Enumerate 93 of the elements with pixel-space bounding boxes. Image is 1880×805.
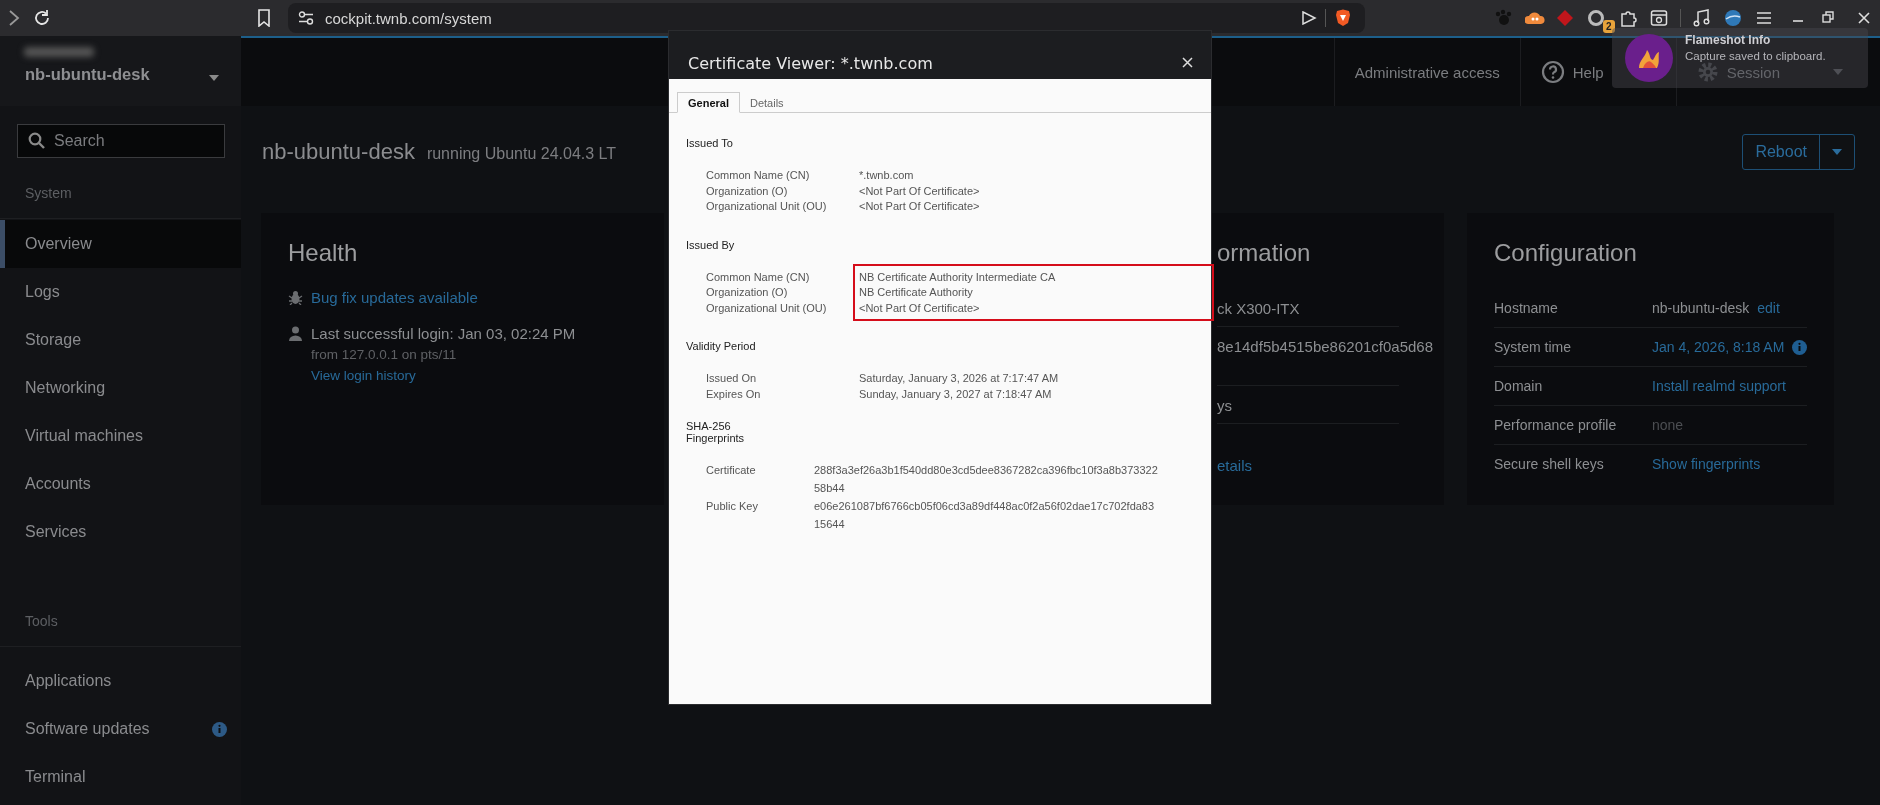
address-bar[interactable]: cockpit.twnb.com/system — [288, 3, 1365, 33]
dialog-tab[interactable]: Details — [739, 92, 794, 113]
window-icon[interactable] — [1650, 9, 1668, 27]
send-icon[interactable] — [1301, 11, 1317, 25]
close-icon — [1182, 57, 1193, 68]
field-value: <Not Part Of Certificate> — [859, 300, 981, 316]
sidebar-item[interactable]: Applications — [0, 657, 241, 705]
section-title: Issued By — [686, 238, 736, 251]
forward-icon[interactable] — [8, 9, 20, 27]
field-value: NB Certificate Authority — [859, 285, 974, 300]
reboot-split-button[interactable]: Reboot — [1742, 133, 1855, 170]
card-title: Configuration — [1494, 239, 1638, 267]
card-title: Health — [288, 239, 359, 267]
dialog-title: Certificate Viewer: *.twnb.com — [688, 54, 933, 73]
sidebar-item[interactable]: Software updates — [0, 705, 241, 753]
notification-message: Capture saved to clipboard. — [1685, 50, 1826, 62]
music-note-icon[interactable] — [1693, 9, 1711, 27]
info-value: 8e14df5b4515be86201cf0a5d68 — [1217, 338, 1434, 355]
sidebar-item[interactable]: Virtual machines — [0, 412, 241, 460]
field-label: Issued On — [706, 371, 758, 386]
field-label: Common Name (CN) — [706, 269, 811, 285]
info-icon[interactable] — [1792, 339, 1808, 355]
config-label: Secure shell keys — [1494, 456, 1605, 472]
bookmark-icon[interactable] — [257, 9, 271, 27]
sidebar-item[interactable]: Storage — [0, 316, 241, 364]
login-source-text: from 127.0.0.1 on pts/11 — [311, 347, 458, 362]
os-subtitle: running Ubuntu 24.04.3 LT — [426, 144, 617, 162]
sidebar-item[interactable]: Accounts — [0, 460, 241, 508]
sidebar-item[interactable]: Terminal — [0, 753, 241, 801]
help-icon — [1540, 60, 1565, 84]
login-history-link[interactable]: View login history — [311, 368, 416, 383]
field-label: Certificate — [706, 463, 757, 478]
config-label: System time — [1494, 339, 1572, 355]
field-label: Organizational Unit (OU) — [706, 300, 828, 316]
search-field[interactable]: Search — [17, 124, 225, 158]
field-label: Organizational Unit (OU) — [706, 199, 828, 214]
field-value: Sunday, January 3, 2027 at 7:18:47 AM — [859, 386, 1053, 402]
updates-link[interactable]: Bug fix updates available — [311, 289, 478, 306]
config-value: nb-ubuntu-desk — [1652, 300, 1750, 316]
config-link[interactable]: Install realmd support — [1652, 378, 1786, 394]
info-value: ys — [1217, 397, 1232, 414]
section-title: Validity Period — [686, 340, 757, 352]
host-switcher[interactable]: nb-ubuntu-desk — [0, 36, 241, 106]
bug-icon — [288, 290, 303, 305]
close-button[interactable] — [1182, 57, 1193, 68]
caret-icon[interactable] — [1831, 147, 1843, 156]
field-label: Organization (O) — [706, 183, 789, 199]
info-value: ck X300-ITX — [1217, 300, 1300, 317]
ring-icon[interactable] — [1587, 9, 1605, 27]
field-label: Public Key — [706, 499, 759, 514]
tune-icon[interactable] — [298, 11, 314, 25]
fingerprint-value: e06e261087bf6766cb05f06cd3a89df448ac0f2a56f02dae17c702fda8315644 — [814, 499, 1156, 532]
section-title: SHA-256 Fingerprints — [686, 420, 746, 444]
card-title: ormation — [1217, 239, 1312, 267]
config-link[interactable]: Jan 4, 2026, 8:18 AM — [1652, 339, 1785, 355]
reload-icon[interactable] — [33, 9, 51, 27]
host-name: nb-ubuntu-desk — [25, 65, 150, 84]
menu-icon[interactable] — [1755, 9, 1773, 27]
details-link[interactable]: etails — [1217, 457, 1253, 474]
edit-link[interactable]: edit — [1757, 300, 1780, 316]
field-label: Expires On — [706, 386, 762, 402]
sidebar-item[interactable]: Networking — [0, 364, 241, 412]
sidebar-item[interactable]: Logs — [0, 268, 241, 316]
field-value: <Not Part Of Certificate> — [859, 199, 981, 214]
field-value: *.twnb.com — [859, 168, 915, 183]
field-value: <Not Part Of Certificate> — [859, 183, 981, 199]
config-value: none — [1652, 417, 1684, 433]
page-title: nb-ubuntu-desk — [262, 138, 415, 164]
sidebar-item[interactable]: Services — [0, 508, 241, 556]
user-icon — [288, 326, 303, 341]
globe-icon[interactable] — [1724, 9, 1742, 27]
field-value: Saturday, January 3, 2026 at 7:17:47 AM — [859, 371, 1060, 386]
field-label: Organization (O) — [706, 285, 789, 300]
puzzle-icon[interactable] — [1620, 9, 1638, 27]
sidebar-item[interactable]: Overview — [0, 220, 241, 268]
config-label: Performance profile — [1494, 417, 1618, 433]
section-title: Issued To — [686, 137, 734, 149]
field-value: NB Certificate Authority Intermediate CA — [859, 269, 1057, 285]
caret-icon[interactable] — [208, 74, 220, 82]
gear-icon — [1696, 61, 1719, 83]
reboot-button[interactable]: Reboot — [1743, 134, 1819, 169]
field-label: Common Name (CN) — [706, 168, 811, 183]
redacted-block — [24, 47, 94, 57]
flame-logo-icon — [1625, 34, 1673, 82]
config-label: Hostname — [1494, 300, 1559, 316]
shield-icon[interactable] — [1335, 9, 1351, 27]
last-login-text: Last successful login: Jan 03, 02:24 PM — [311, 325, 576, 342]
url-text: cockpit.twnb.com/system — [325, 10, 492, 27]
cloud-icon[interactable] — [1525, 9, 1545, 27]
config-link[interactable]: Show fingerprints — [1652, 456, 1761, 472]
extension-badge: 2 — [1603, 20, 1615, 33]
dialog-tab[interactable]: General — [677, 92, 740, 113]
config-label: Domain — [1494, 378, 1544, 394]
